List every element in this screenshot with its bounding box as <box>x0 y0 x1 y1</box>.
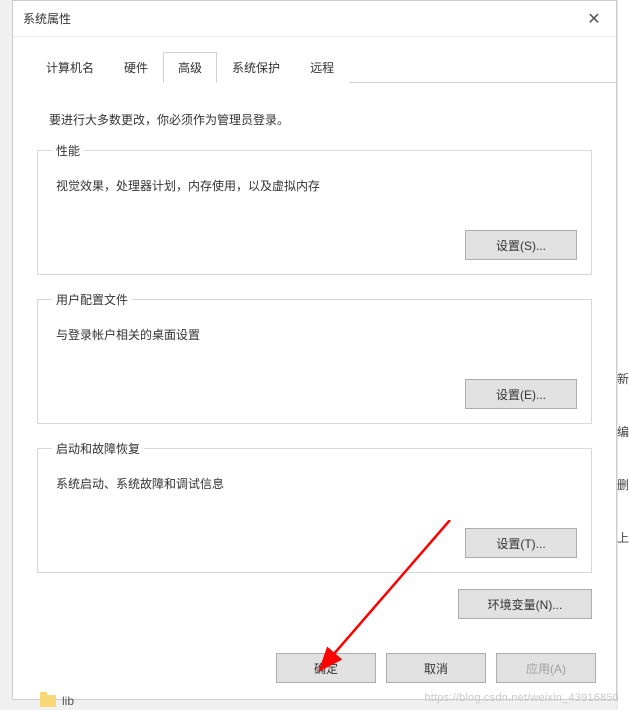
background-side-labels: 新 编 删 上 <box>617 370 629 546</box>
titlebar[interactable]: 系统属性 ✕ <box>13 1 616 37</box>
close-icon: ✕ <box>587 9 600 29</box>
close-button[interactable]: ✕ <box>572 1 616 37</box>
section-performance: 性能 视觉效果，处理器计划，内存使用，以及虚拟内存 设置(S)... <box>37 142 592 275</box>
section-desc: 与登录帐户相关的桌面设置 <box>56 326 577 343</box>
folder-icon <box>40 695 56 707</box>
tab-advanced[interactable]: 高级 <box>163 52 217 83</box>
side-label: 新 <box>617 370 629 387</box>
tab-remote[interactable]: 远程 <box>295 52 349 83</box>
section-legend: 用户配置文件 <box>52 291 132 308</box>
environment-variables-button[interactable]: 环境变量(N)... <box>458 589 592 619</box>
tab-label: 硬件 <box>124 61 148 75</box>
tab-label: 远程 <box>310 61 334 75</box>
cancel-button[interactable]: 取消 <box>386 653 486 683</box>
tab-system-protection[interactable]: 系统保护 <box>217 52 295 83</box>
tab-computer-name[interactable]: 计算机名 <box>31 52 109 83</box>
tab-label: 计算机名 <box>46 61 94 75</box>
window-title: 系统属性 <box>23 10 71 27</box>
tab-label: 系统保护 <box>232 61 280 75</box>
side-label: 编 <box>617 423 629 440</box>
section-legend: 性能 <box>52 142 84 159</box>
section-startup-recovery: 启动和故障恢复 系统启动、系统故障和调试信息 设置(T)... <box>37 440 592 573</box>
button-label: 设置(S)... <box>496 237 546 254</box>
button-label: 设置(T)... <box>496 535 545 552</box>
system-properties-dialog: 系统属性 ✕ 计算机名 硬件 高级 系统保护 远程 要进行大多数更改，你必须作为… <box>12 0 617 700</box>
section-desc: 视觉效果，处理器计划，内存使用，以及虚拟内存 <box>56 177 577 194</box>
performance-settings-button[interactable]: 设置(S)... <box>465 230 577 260</box>
button-label: 取消 <box>424 660 448 677</box>
admin-notice: 要进行大多数更改，你必须作为管理员登录。 <box>49 111 592 128</box>
background-folder-item: lib <box>40 694 74 708</box>
side-label: 上 <box>617 529 629 546</box>
button-label: 设置(E)... <box>496 386 546 403</box>
section-desc: 系统启动、系统故障和调试信息 <box>56 475 577 492</box>
startup-settings-button[interactable]: 设置(T)... <box>465 528 577 558</box>
tab-content-advanced: 要进行大多数更改，你必须作为管理员登录。 性能 视觉效果，处理器计划，内存使用，… <box>13 83 616 619</box>
section-legend: 启动和故障恢复 <box>52 440 144 457</box>
ok-button[interactable]: 确定 <box>276 653 376 683</box>
button-label: 环境变量(N)... <box>488 596 563 613</box>
profiles-settings-button[interactable]: 设置(E)... <box>465 379 577 409</box>
tab-hardware[interactable]: 硬件 <box>109 52 163 83</box>
folder-label: lib <box>62 694 74 708</box>
section-user-profiles: 用户配置文件 与登录帐户相关的桌面设置 设置(E)... <box>37 291 592 424</box>
apply-button[interactable]: 应用(A) <box>496 653 596 683</box>
button-label: 应用(A) <box>526 660 566 677</box>
background-right-strip <box>617 0 629 710</box>
tab-strip: 计算机名 硬件 高级 系统保护 远程 <box>31 51 616 83</box>
tab-label: 高级 <box>178 61 202 75</box>
side-label: 删 <box>617 476 629 493</box>
dialog-button-row: 确定 取消 应用(A) <box>276 653 596 683</box>
button-label: 确定 <box>314 660 338 677</box>
